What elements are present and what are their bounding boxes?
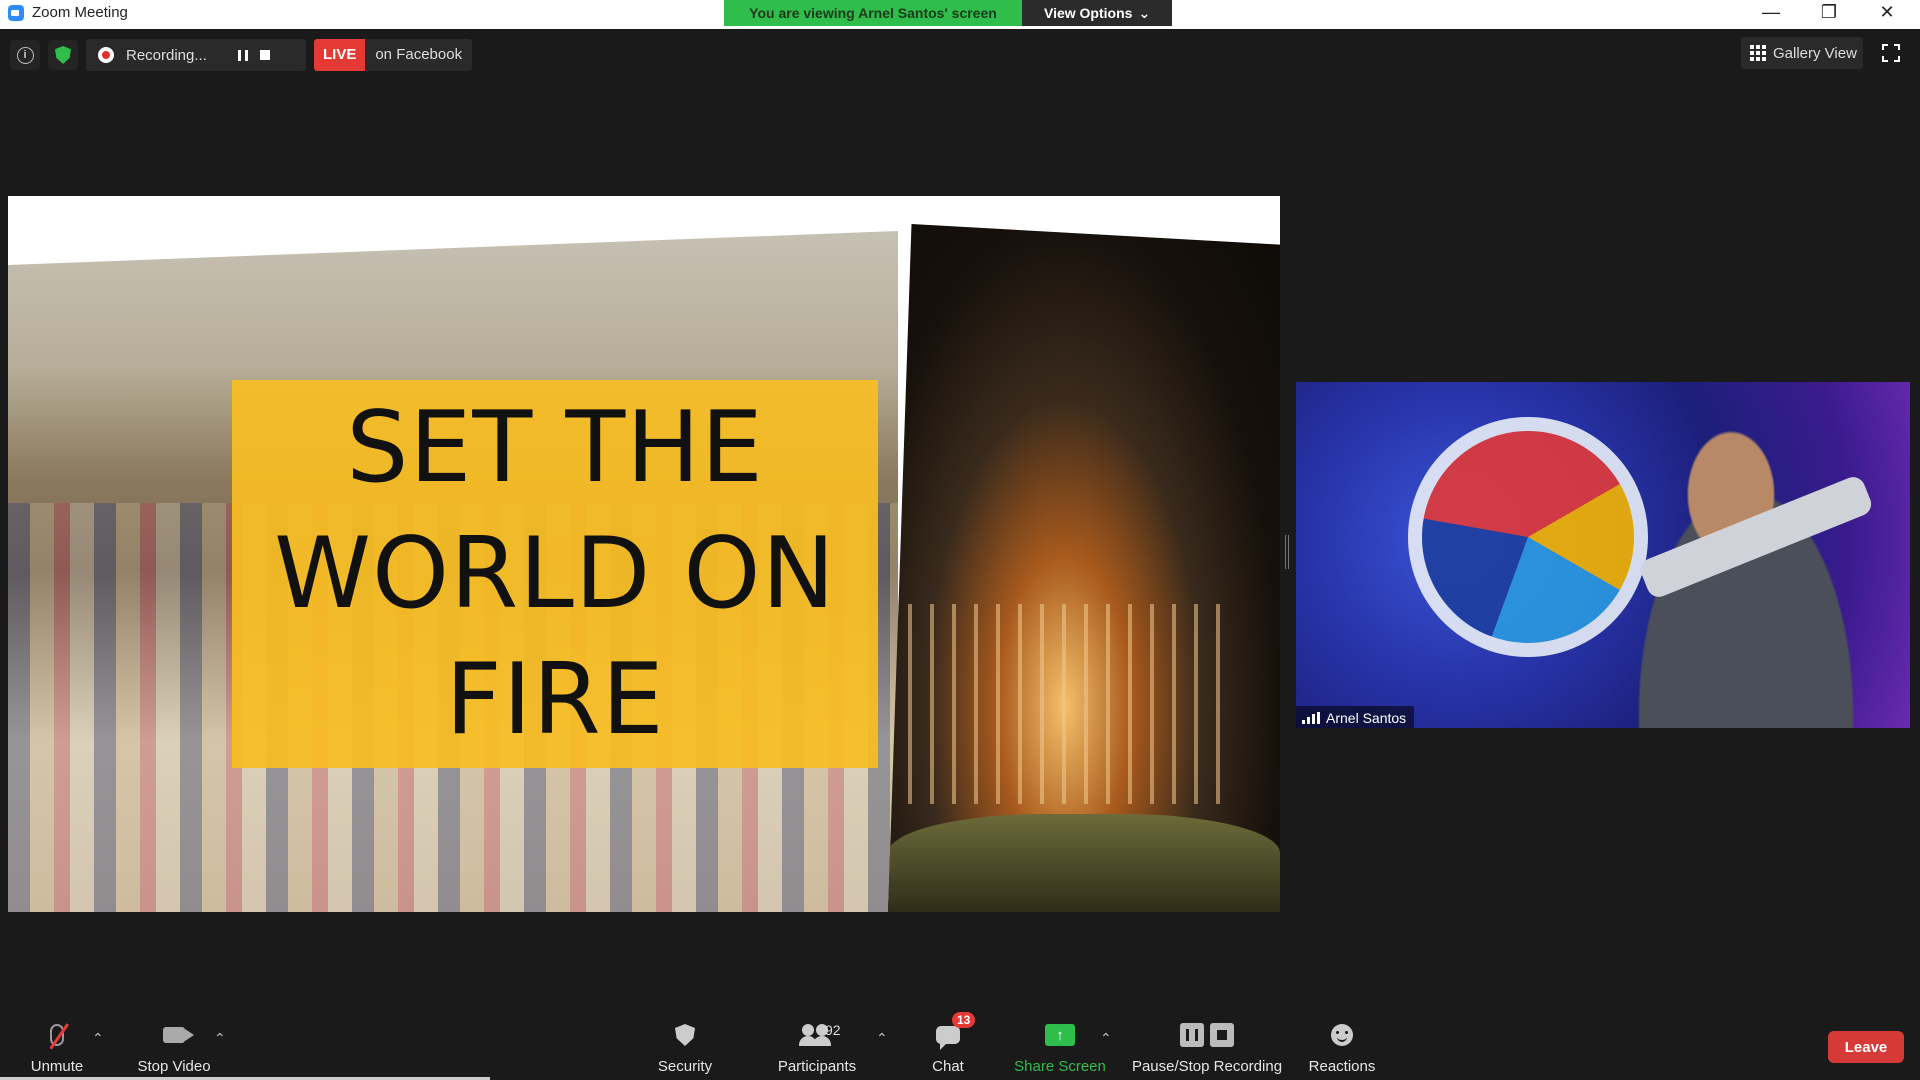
encryption-button[interactable] — [48, 40, 78, 70]
share-screen-label: Share Screen — [1014, 1058, 1106, 1075]
share-screen-button[interactable]: ↑ Share Screen — [1014, 1020, 1106, 1075]
chevron-down-icon: ⌄ — [1138, 5, 1151, 21]
signal-strength-icon — [1302, 712, 1320, 724]
participants-count: 92 — [825, 1022, 841, 1038]
reactions-label: Reactions — [1308, 1058, 1376, 1075]
unmute-button[interactable]: Unmute — [28, 1020, 86, 1075]
pause-recording-icon[interactable] — [238, 49, 248, 61]
live-badge: LIVE — [314, 39, 366, 71]
participant-video[interactable]: Arnel Santos — [1296, 382, 1910, 728]
stop-recording-icon[interactable] — [260, 50, 270, 60]
grid-icon — [1750, 45, 1766, 61]
reactions-button[interactable]: Reactions — [1306, 1020, 1378, 1075]
meeting-status-bar: i Recording... LIVE on Facebook — [10, 39, 473, 71]
security-label: Security — [657, 1058, 713, 1075]
minimize-button[interactable]: — — [1748, 2, 1794, 23]
shared-screen: SET THE WORLD ON FIRE — [8, 196, 1280, 912]
participants-label: Participants — [777, 1058, 857, 1075]
slide-title-line: SET THE — [346, 391, 764, 505]
view-options-label: View Options — [1044, 5, 1133, 21]
participants-caret-icon[interactable]: ⌃ — [876, 1030, 888, 1047]
share-arrow-icon: ↑ — [1045, 1024, 1075, 1046]
viewing-banner: You are viewing Arnel Santos' screen Vie… — [724, 0, 1172, 26]
close-button[interactable]: ✕ — [1864, 2, 1910, 23]
candles-photo — [888, 224, 1280, 912]
gallery-view-button[interactable]: Gallery View — [1741, 37, 1863, 69]
recording-indicator: Recording... — [86, 39, 306, 71]
slide-title-line: WORLD ON — [274, 517, 836, 631]
view-options-button[interactable]: View Options ⌄ — [1022, 0, 1172, 26]
stop-video-button[interactable]: Stop Video — [136, 1020, 212, 1075]
unmute-label: Unmute — [30, 1058, 84, 1075]
stop-video-label: Stop Video — [137, 1058, 211, 1075]
live-stream-indicator[interactable]: LIVE on Facebook — [314, 39, 473, 71]
leave-button[interactable]: Leave — [1828, 1031, 1904, 1063]
audio-options-caret-icon[interactable]: ⌃ — [92, 1030, 104, 1047]
meeting-info-button[interactable]: i — [10, 40, 40, 70]
live-target: on Facebook — [365, 39, 473, 71]
gallery-view-label: Gallery View — [1773, 44, 1857, 62]
video-options-caret-icon[interactable]: ⌃ — [214, 1030, 226, 1047]
slide-title-panel: SET THE WORLD ON FIRE — [232, 380, 878, 768]
zoom-logo-icon — [8, 4, 24, 21]
camera-icon — [163, 1027, 194, 1043]
chat-button[interactable]: 13 Chat — [928, 1012, 976, 1075]
participants-button[interactable]: 92 Participants — [776, 1020, 858, 1075]
app-title: Zoom Meeting — [8, 4, 128, 21]
smiley-add-icon — [1331, 1024, 1353, 1046]
restore-button[interactable]: ❐ — [1806, 2, 1852, 23]
record-icon — [98, 47, 114, 63]
muted-mic-icon — [49, 1023, 69, 1050]
share-options-caret-icon[interactable]: ⌃ — [1100, 1030, 1112, 1047]
recording-label: Recording... — [126, 46, 207, 64]
meeting-toolbar: Unmute ⌃ Stop Video ⌃ Security 92 Partic… — [0, 1010, 1920, 1080]
shield-check-icon — [55, 46, 71, 64]
slide-title-line: FIRE — [445, 643, 665, 757]
fullscreen-icon[interactable] — [1882, 44, 1900, 62]
window-title: Zoom Meeting — [32, 4, 128, 21]
info-icon: i — [16, 46, 34, 64]
participant-name: Arnel Santos — [1326, 710, 1407, 726]
chat-unread-badge: 13 — [952, 1012, 976, 1028]
participant-name-tag: Arnel Santos — [1296, 706, 1415, 728]
title-bar: Zoom Meeting You are viewing Arnel Santo… — [0, 0, 1920, 29]
chat-icon — [936, 1026, 960, 1050]
split-resize-handle[interactable] — [1285, 535, 1289, 569]
viewing-notice: You are viewing Arnel Santos' screen — [724, 0, 1022, 26]
pause-stop-icon — [1180, 1023, 1234, 1047]
chat-label: Chat — [932, 1058, 964, 1075]
pause-stop-recording-label: Pause/Stop Recording — [1131, 1058, 1283, 1075]
pause-stop-recording-button[interactable]: Pause/Stop Recording — [1131, 1020, 1283, 1075]
security-shield-icon — [675, 1024, 695, 1046]
security-button[interactable]: Security — [655, 1020, 715, 1075]
